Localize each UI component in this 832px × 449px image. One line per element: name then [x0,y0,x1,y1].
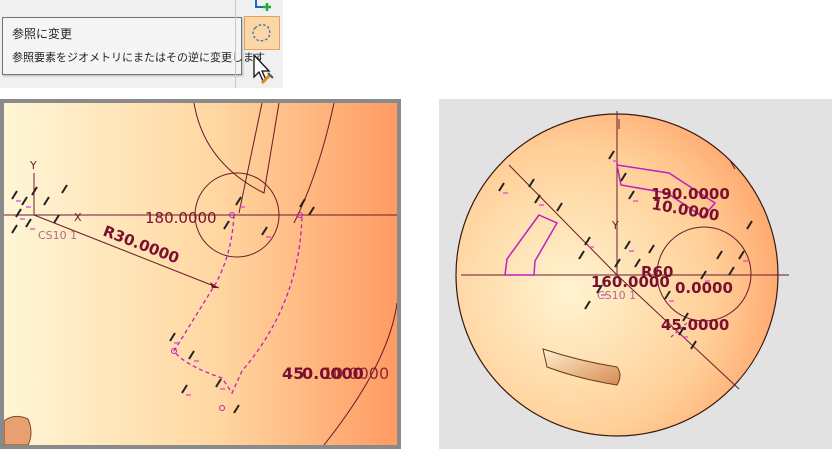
dim-bottom-10[interactable]: 10.0000 [323,364,389,383]
dim-45[interactable]: 45.0000 [661,316,729,334]
csys-label-right: CS10 1 [597,289,636,302]
ribbon-area: 参照に変更 参照要素をジオメトリにまたはその逆に変更します [0,0,283,88]
pick-tool-button[interactable] [244,52,280,86]
convert-reference-icon [252,24,271,42]
axis-x-label: X [74,211,82,224]
dim-mid-0[interactable]: 0.0000 [675,279,733,297]
axis-y-label-right: Y [611,219,619,232]
sketch-canvas-left[interactable]: Y X CS10 1 180.0000 R30.0000 45 0.0000 1… [4,103,397,445]
csys-label: CS10 1 [38,229,77,242]
sketch-plus-icon [255,0,271,11]
axis-y-label: Y [29,159,37,172]
dim-bottom-45[interactable]: 45 [282,364,304,383]
sketch-viewport-left[interactable]: Y X CS10 1 180.0000 R30.0000 45 0.0000 1… [0,99,401,449]
dim-angle-180[interactable]: 180.0000 [145,209,217,227]
tooltip: 参照に変更 参照要素をジオメトリにまたはその逆に変更します [2,17,265,75]
tooltip-title: 参照に変更 [12,27,73,41]
sketch-canvas-right[interactable]: 190.0000 10.0000 Y 160.0000 R60 0.0000 C… [439,99,832,449]
convert-reference-button[interactable] [244,16,280,50]
pick-cursor-icon [253,53,274,85]
sketch-viewport-right[interactable]: 190.0000 10.0000 Y 160.0000 R60 0.0000 C… [439,99,832,449]
dim-r60[interactable]: R60 [641,263,673,281]
toolbar-divider [235,0,236,88]
tooltip-description: 参照要素をジオメトリにまたはその逆に変更します [12,51,265,64]
